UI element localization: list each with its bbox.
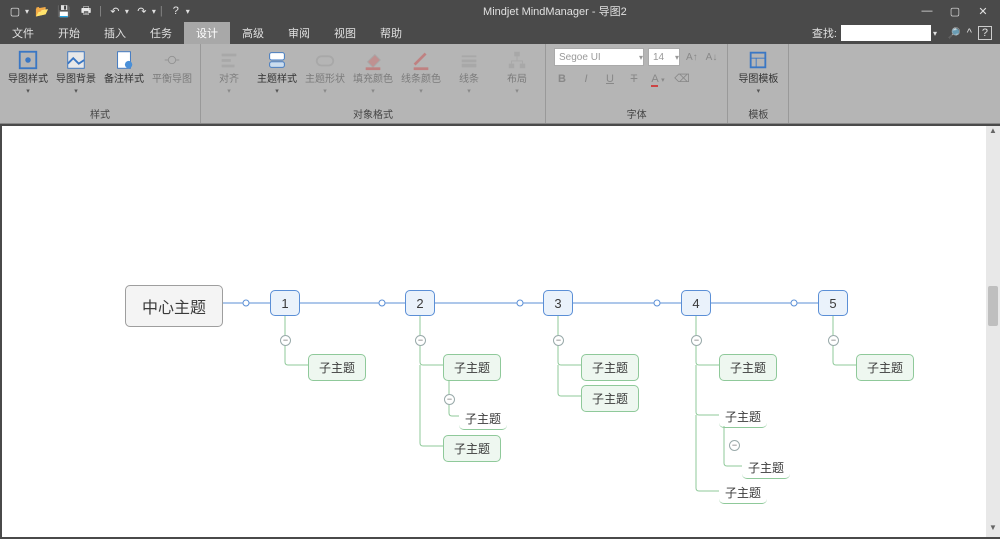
font-family-select[interactable]: Segoe UI▾ [554,48,644,66]
sub-topic[interactable]: 子主题 [308,354,366,381]
help-icon[interactable]: ? [167,2,185,20]
help-btn-icon[interactable]: ? [978,26,992,40]
close-button[interactable]: ✕ [976,5,990,18]
binoculars-icon[interactable]: 🔎 [947,27,961,40]
minimize-button[interactable]: — [920,5,934,18]
sub-sub-topic[interactable]: 子主题 [459,408,507,430]
tab-view[interactable]: 视图 [322,22,368,44]
main-topic-2[interactable]: 2 [405,290,435,316]
increase-font-icon[interactable]: A↑ [684,52,700,63]
sub-topic[interactable]: 子主题 [443,354,501,381]
map-template-button[interactable]: 导图模板 ▾ [736,48,780,95]
sub-sub-topic[interactable]: 子主题 [719,482,767,504]
font-color-button[interactable]: A ▾ [650,73,666,85]
font-size-select[interactable]: 14▾ [648,48,680,66]
expand-icon[interactable]: ^ [967,27,972,39]
central-topic[interactable]: 中心主题 [125,285,223,327]
collapse-toggle[interactable]: − [553,335,564,346]
undo-icon[interactable]: ↶ [106,2,124,20]
scroll-thumb[interactable] [988,286,998,326]
sub-topic[interactable]: 子主题 [581,385,639,412]
tab-help[interactable]: 帮助 [368,22,414,44]
map-template-icon [746,48,770,72]
save-icon[interactable]: 💾 [55,2,73,20]
layout-icon [505,48,529,72]
maximize-button[interactable]: ▢ [948,5,962,18]
line-color-icon [409,48,433,72]
scroll-up-icon[interactable]: ▲ [986,126,1000,140]
main-topic-3[interactable]: 3 [543,290,573,316]
map-style-button[interactable]: 导图样式 ▾ [6,48,50,95]
strike-button[interactable]: T [626,73,642,85]
group-font-label: 字体 [554,104,719,121]
collapse-toggle[interactable]: − [828,335,839,346]
underline-button[interactable]: U [602,73,618,85]
balance-icon [160,48,184,72]
collapse-toggle[interactable]: − [729,440,740,451]
topic-style-button[interactable]: 主题样式 ▾ [255,48,299,95]
line-color-button: 线条颜色 ▾ [399,48,443,95]
tab-advanced[interactable]: 高级 [230,22,276,44]
print-icon[interactable]: 🖶 [77,2,95,20]
group-style-label: 样式 [6,104,194,121]
collapse-toggle[interactable]: − [415,335,426,346]
tab-insert[interactable]: 插入 [92,22,138,44]
tab-file[interactable]: 文件 [0,22,46,44]
topic-style-icon [265,48,289,72]
tab-task[interactable]: 任务 [138,22,184,44]
sub-topic[interactable]: 子主题 [856,354,914,381]
find-input[interactable] [841,25,931,41]
group-object-label: 对象格式 [207,104,539,121]
italic-button[interactable]: I [578,73,594,85]
sub-sub-topic[interactable]: 子主题 [742,457,790,479]
topic-shape-button: 主题形状 ▾ [303,48,347,95]
redo-icon[interactable]: ↷ [133,2,151,20]
main-topic-5[interactable]: 5 [818,290,848,316]
sub-topic[interactable]: 子主题 [581,354,639,381]
open-icon[interactable]: 📂 [33,2,51,20]
map-bg-button[interactable]: 导图背景 ▾ [54,48,98,95]
new-doc-icon[interactable]: ▢ [6,2,24,20]
note-style-icon [112,48,136,72]
tab-home[interactable]: 开始 [46,22,92,44]
collapse-toggle[interactable]: − [280,335,291,346]
tab-design[interactable]: 设计 [184,22,230,44]
fill-color-button: 填充颜色 ▾ [351,48,395,95]
decrease-font-icon[interactable]: A↓ [704,52,720,63]
mindmap-canvas[interactable]: 中心主题 1 2 3 4 5 − − − − − 子主题 子主题 − 子主题 子… [2,126,996,537]
line-button: 线条 ▾ [447,48,491,95]
main-topic-4[interactable]: 4 [681,290,711,316]
find-label: 查找: [812,25,841,41]
clear-format-icon[interactable]: ⌫ [674,72,690,85]
collapse-toggle[interactable]: − [691,335,702,346]
sub-sub-topic[interactable]: 子主题 [719,406,767,428]
align-button: 对齐 ▾ [207,48,251,95]
layout-button: 布局 ▾ [495,48,539,95]
map-style-icon [16,48,40,72]
scroll-down-icon[interactable]: ▼ [986,523,1000,537]
vertical-scrollbar[interactable]: ▲ ▼ [986,126,1000,537]
balance-button: 平衡导图 [150,48,194,85]
group-template-label: 模板 [736,104,780,121]
topic-shape-icon [313,48,337,72]
line-icon [457,48,481,72]
map-bg-icon [64,48,88,72]
fill-icon [361,48,385,72]
sub-topic[interactable]: 子主题 [443,435,501,462]
bold-button[interactable]: B [554,73,570,85]
main-topic-1[interactable]: 1 [270,290,300,316]
collapse-toggle[interactable]: − [444,394,455,405]
window-title: Mindjet MindManager - 导图2 [190,3,920,19]
note-style-button[interactable]: 备注样式 [102,48,146,85]
sub-topic[interactable]: 子主题 [719,354,777,381]
tab-review[interactable]: 审阅 [276,22,322,44]
align-icon [217,48,241,72]
